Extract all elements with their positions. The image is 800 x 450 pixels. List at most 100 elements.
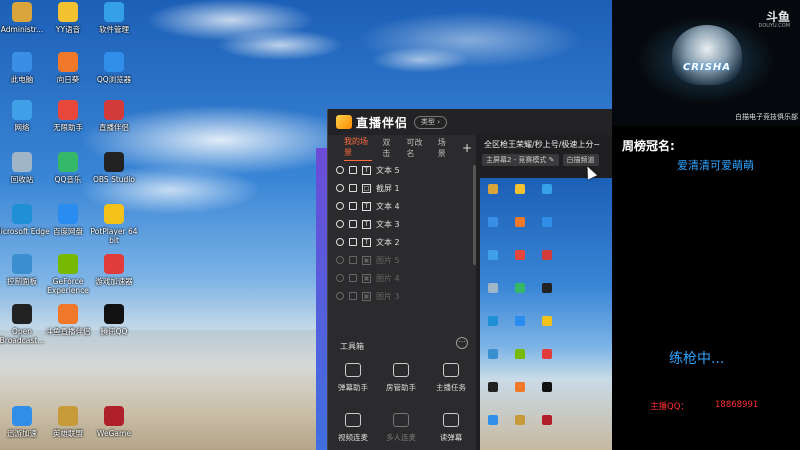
source-type-icon: T [362,219,371,229]
obs-shortcut-icon [12,304,32,324]
lock-icon[interactable] [349,238,357,246]
tool-icon [443,413,459,427]
source-row[interactable]: T 文本 5 [328,161,476,179]
preview-mini-icon [515,217,525,227]
tool-button[interactable]: 多人连麦 [379,413,423,443]
shark-logo-icon [672,25,742,85]
desktop-icon[interactable]: 腾讯QQ [86,304,142,336]
tab-my-scenes[interactable]: 我的场景 [344,136,373,161]
preview-mini-icon [488,184,498,194]
tool-button[interactable]: 弹幕助手 [331,363,375,393]
source-row[interactable]: T 文本 4 [328,197,476,215]
eye-icon[interactable] [336,256,344,264]
preview-mini-icon [488,415,498,425]
add-source-button[interactable]: + [462,141,472,155]
software-manager-icon [104,2,124,22]
yy-voice-icon [58,2,78,22]
tool-label: 房管助手 [386,383,416,392]
xunyou-icon [12,406,32,426]
tool-label: 视频连麦 [338,433,368,442]
type-dropdown-button[interactable]: 类型 › [414,115,448,129]
preview-screen[interactable] [480,178,613,450]
edge-icon [12,204,32,224]
source-label: 图片 5 [376,255,400,265]
preview-mini-icon [542,250,552,260]
source-type-icon: ▣ [362,291,371,301]
geforce-icon [58,254,78,274]
source-row[interactable]: ▣ 图片 5 [328,251,476,269]
source-type-icon: ▣ [362,273,371,283]
stream-overlay: CRISHA 斗鱼 DOUYU.COM 白描电子竞技俱乐部 周榜冠名: 爱清清可… [612,0,800,450]
douyu-url: DOUYU.COM [758,23,791,29]
eye-icon[interactable] [336,166,344,174]
wegame-icon [104,406,124,426]
eye-icon[interactable] [336,238,344,246]
desktop-icon[interactable]: 直播伴侣 [86,100,142,132]
source-row[interactable]: T 文本 3 [328,215,476,233]
lock-icon[interactable] [349,202,357,210]
desktop-icon-label: OBS Studio [93,175,135,184]
source-row[interactable]: ▣ 图片 3 [328,287,476,305]
sunflower-icon [58,52,78,72]
preview-mini-icon [488,316,498,326]
tool-button[interactable]: 视频连麦 [331,413,375,443]
scene-chip-main[interactable]: 主屏幕2 - 竞赛模式 ✎ [482,154,559,166]
stream-companion-icon [104,100,124,120]
game-assistant-icon [58,100,78,120]
tool-label: 弹幕助手 [338,383,368,392]
source-row[interactable]: □ 截屏 1 [328,179,476,197]
lock-icon[interactable] [349,292,357,300]
accelerator-icon [104,254,124,274]
weekly-crown-label: 周榜冠名: [622,139,675,153]
preview-mini-icon [542,283,552,293]
scene-chip-channel[interactable]: 白描频道 [562,154,599,166]
preview-panel: 全区枪王荣耀/秒上号/极速上分~ 主屏幕2 - 竞赛模式 ✎ 白描频道 [476,135,613,450]
tool-button[interactable]: 主播任务 [429,363,473,393]
eye-icon[interactable] [336,274,344,282]
qq-music-icon [58,152,78,172]
preview-mini-icon [542,349,552,359]
tool-button[interactable]: 读弹幕 [429,413,473,443]
scene-tabs: 我的场景 双击 可改名 场景 + [328,135,476,161]
desktop-icon[interactable]: PotPlayer 64 bit [86,204,142,245]
weekly-crown-name: 爱清清可爱萌萌 [677,159,754,172]
source-row[interactable]: ▣ 图片 4 [328,269,476,287]
lock-icon[interactable] [349,256,357,264]
preview-mini-icon [542,184,552,194]
tool-button[interactable]: 房管助手 [379,363,423,393]
qq-number: 18868991 [715,400,759,410]
desktop-icon[interactable]: 软件管理 [86,2,142,34]
lock-icon[interactable] [349,220,357,228]
preview-mini-icon [515,283,525,293]
lock-icon[interactable] [349,274,357,282]
toolbox-more-button[interactable]: ··· [456,337,468,349]
desktop-icon-label: QQ浏览器 [96,75,132,84]
source-type-icon: T [362,237,371,247]
desktop-icon-label: 软件管理 [99,25,129,34]
lock-icon[interactable] [349,166,357,174]
desktop-icon[interactable]: OBS Studio [86,152,142,184]
tab-scene[interactable]: 场景 [438,137,452,159]
lock-icon[interactable] [349,184,357,192]
desktop-icon[interactable]: QQ浏览器 [86,52,142,84]
source-type-icon: ▣ [362,255,371,265]
eye-icon[interactable] [336,220,344,228]
desktop-icon[interactable]: 游戏加速器 [86,254,142,286]
douyu-companion-icon [58,304,78,324]
recycle-bin-icon [12,152,32,172]
source-row[interactable]: T 文本 2 [328,233,476,251]
tool-icon [393,413,409,427]
potplayer-icon [104,204,124,224]
stream-title[interactable]: 全区枪王荣耀/秒上号/极速上分~ [476,135,613,151]
eye-icon[interactable] [336,292,344,300]
tab-double-click[interactable]: 双击 [382,137,396,159]
eye-icon[interactable] [336,202,344,210]
preview-mini-icon [542,415,552,425]
source-label: 图片 3 [376,291,400,301]
qq-icon [104,304,124,324]
eye-icon[interactable] [336,184,344,192]
desktop-icon-label: 直播伴侣 [99,123,129,132]
tab-rename[interactable]: 可改名 [407,137,428,159]
desktop-icon[interactable]: WeGame [86,406,142,438]
network-icon [12,100,32,120]
